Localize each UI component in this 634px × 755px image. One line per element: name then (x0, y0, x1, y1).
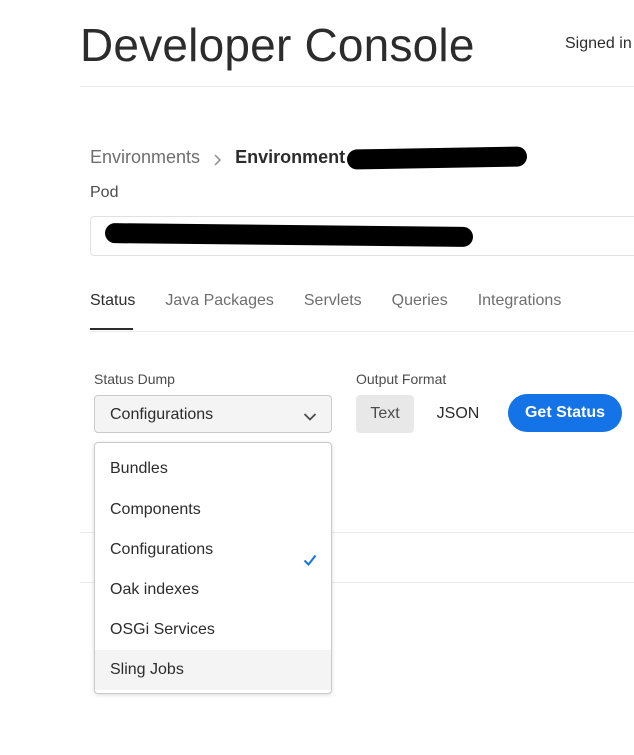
menu-item-components[interactable]: Components (95, 490, 331, 530)
menu-item-label: Configurations (110, 541, 214, 558)
tab-bar: Status Java Packages Servlets Queries In… (90, 292, 591, 310)
pod-label: Pod (90, 184, 119, 201)
output-format-label: Output Format (356, 371, 447, 387)
redacted-pod-name (104, 223, 474, 247)
page-title: Developer Console (80, 19, 475, 71)
tabs-divider (90, 331, 634, 332)
chevron-down-icon (303, 409, 317, 421)
breadcrumb-environment-current: Environment (235, 147, 346, 167)
menu-item-sling-jobs[interactable]: Sling Jobs (95, 650, 331, 690)
menu-item-oak-indexes[interactable]: Oak indexes (95, 570, 331, 610)
breadcrumb-environments-link[interactable]: Environments (90, 147, 200, 168)
get-status-button[interactable]: Get Status (508, 394, 622, 432)
menu-item-label: Oak indexes (110, 581, 199, 598)
redacted-environment-name (346, 146, 528, 170)
output-format-json-option[interactable]: JSON (428, 395, 488, 433)
header-divider (80, 86, 634, 87)
tab-status[interactable]: Status (90, 292, 135, 310)
menu-item-label: Bundles (110, 460, 168, 477)
tab-servlets[interactable]: Servlets (304, 292, 362, 310)
checkmark-icon (303, 543, 317, 567)
active-tab-indicator (90, 328, 133, 330)
tab-java-packages[interactable]: Java Packages (165, 292, 274, 310)
menu-item-bundles[interactable]: Bundles (95, 449, 331, 489)
tab-integrations[interactable]: Integrations (478, 292, 562, 310)
status-dump-label: Status Dump (94, 371, 175, 387)
output-format-text-option[interactable]: Text (356, 395, 414, 433)
chevron-right-icon (211, 151, 225, 166)
status-dump-select[interactable]: Configurations (94, 395, 332, 433)
status-dump-dropdown-menu: Bundles Components Configurations Oak in… (94, 442, 332, 694)
menu-item-osgi-services[interactable]: OSGi Services (95, 610, 331, 650)
tab-queries[interactable]: Queries (392, 292, 448, 310)
menu-item-label: Sling Jobs (110, 661, 184, 678)
menu-item-configurations[interactable]: Configurations (95, 530, 331, 570)
menu-item-label: OSGi Services (110, 621, 215, 638)
signed-in-status[interactable]: Signed in (565, 35, 632, 53)
status-dump-selected-value: Configurations (110, 406, 214, 423)
breadcrumb: Environments Environment (90, 147, 345, 168)
menu-item-label: Components (110, 501, 201, 518)
